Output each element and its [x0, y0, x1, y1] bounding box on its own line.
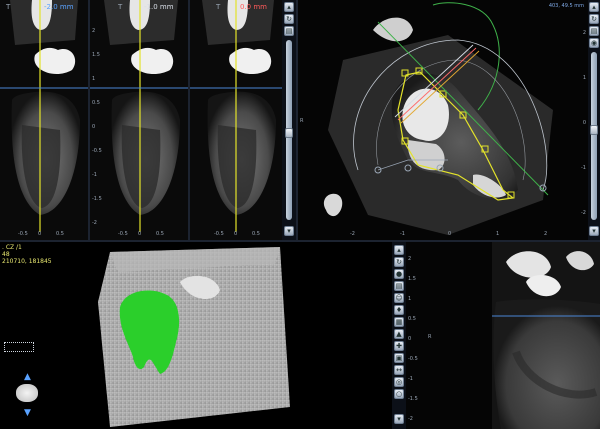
slice-tool-layout-icon[interactable]: ▤	[284, 26, 294, 36]
axial-side-tick-1: 2	[582, 30, 586, 36]
volume-tool-triangle-icon[interactable]: ▲	[394, 329, 404, 339]
volume-toolbar: ▴ ↻ ● ▤ ☺ ♦ ▦ ▲ ✚ ▣ ↔ ◎ ○ ▾	[392, 242, 406, 429]
volume-3d-view[interactable]: . CZ /1 48 210710, 181845 ▲ ▼	[0, 242, 392, 429]
pan-side-tick-1: 2	[408, 256, 412, 262]
side-tick-6: -0.5	[92, 148, 102, 154]
orientation-head-icon[interactable]	[16, 384, 38, 402]
volume-3d-image	[0, 242, 392, 429]
volume-info-line-3: 210710, 181845	[2, 258, 52, 265]
panoramic-view[interactable]: R 2 1.5 1 0.5 0 -0.5 -1 -1.5 -2	[406, 242, 600, 429]
slice-2-label: T	[118, 3, 123, 11]
side-tick-2: 1.5	[92, 52, 100, 58]
axial-bottom-tick-4: 1	[496, 231, 500, 237]
pan-side-tick-9: -2	[408, 416, 413, 422]
side-tick-8: -1.5	[92, 196, 102, 202]
axial-scrollbar[interactable]	[591, 52, 597, 220]
cross-section-slice-2[interactable]: 2 1.5 1 0.5 0 -0.5 -1 -1.5 -2 T -1.0 mm …	[90, 0, 188, 240]
slice-tool-down-icon[interactable]: ▾	[284, 226, 294, 236]
slice-3-label: T	[216, 3, 221, 11]
volume-tool-screen-icon[interactable]: ▣	[394, 353, 404, 363]
slice-2-offset: -1.0 mm	[144, 3, 174, 11]
axial-side-tick-2: 1	[582, 75, 586, 81]
axial-side-tick-3: 0	[582, 120, 586, 126]
volume-tool-rotate-icon[interactable]: ↻	[394, 257, 404, 267]
axial-bottom-tick-1: -2	[350, 231, 355, 237]
pan-side-tick-6: -0.5	[408, 356, 418, 362]
pan-side-tick-8: -1.5	[408, 396, 418, 402]
axial-bottom-tick-5: 2	[544, 231, 548, 237]
pan-side-tick-3: 1	[408, 296, 412, 302]
axial-image	[298, 0, 588, 240]
orientation-arrow-up-icon[interactable]: ▲	[24, 372, 31, 382]
axial-toolbar: ▴ ↻ ▤ ◉ ▾	[588, 0, 600, 240]
side-tick-7: -1	[92, 172, 97, 178]
slice-scrollbar-thumb[interactable]	[285, 128, 293, 138]
volume-info: . CZ /1 48 210710, 181845	[2, 244, 52, 265]
panoramic-image	[406, 242, 600, 429]
axial-tool-layout-icon[interactable]: ▤	[589, 26, 599, 36]
volume-tool-sphere-icon[interactable]: ●	[394, 269, 404, 279]
side-tick-5: 0	[92, 124, 96, 130]
slice-1-tick-right: 0.5	[56, 231, 64, 237]
slice-3-tick-right: 0.5	[252, 231, 260, 237]
volume-info-line-2: 48	[2, 251, 10, 258]
slice-2-tick-center: 0	[138, 231, 142, 237]
axial-tool-down-icon[interactable]: ▾	[589, 226, 599, 236]
slice-3-offset: 0.0 mm	[240, 3, 267, 11]
slice-toolbar: ▴ ↻ ▤ ▾	[282, 0, 296, 240]
orientation-arrow-down-icon[interactable]: ▼	[24, 408, 31, 418]
axial-tool-rotate-icon[interactable]: ↻	[589, 14, 599, 24]
volume-tool-measure-icon[interactable]: ↔	[394, 365, 404, 375]
slice-2-image	[90, 0, 188, 240]
pan-side-tick-2: 1.5	[408, 276, 416, 282]
slice-3-tick-left: -0.5	[214, 231, 224, 237]
volume-tool-up-icon[interactable]: ▴	[394, 245, 404, 255]
slice-1-tick-left: -0.5	[18, 231, 28, 237]
side-tick-9: -2	[92, 220, 97, 226]
axial-bottom-tick-2: -1	[400, 231, 405, 237]
pan-side-tick-7: -1	[408, 376, 413, 382]
pan-axis-label: R	[428, 334, 432, 340]
side-tick-4: 0.5	[92, 100, 100, 106]
axial-tool-view-icon[interactable]: ◉	[589, 38, 599, 48]
axial-side-tick-4: -1	[581, 165, 586, 171]
axial-readout: 403, 49.5 mm	[548, 3, 584, 9]
axial-axis-label: R	[300, 118, 304, 124]
axial-bottom-tick-3: 0	[448, 231, 452, 237]
volume-tool-layers-icon[interactable]: ▤	[394, 281, 404, 291]
slice-1-image	[0, 0, 88, 240]
volume-tool-down-icon[interactable]: ▾	[394, 414, 404, 424]
axial-view[interactable]: 403, 49.5 mm R 2 1 0 -1 -2 -2 -1 0 1 2	[298, 0, 588, 240]
volume-tool-grid-icon[interactable]: ▦	[394, 317, 404, 327]
slice-3-tick-center: 0	[234, 231, 238, 237]
side-tick-3: 1	[92, 76, 96, 82]
cross-section-slice-3[interactable]: T 0.0 mm -0.5 0 0.5	[190, 0, 282, 240]
volume-info-line-1: . CZ /1	[2, 244, 22, 251]
volume-tool-camera-icon[interactable]: ◎	[394, 377, 404, 387]
side-tick-1: 2	[92, 28, 96, 34]
pan-side-tick-5: 0	[408, 336, 412, 342]
slice-2-tick-right: 0.5	[156, 231, 164, 237]
axial-scrollbar-thumb[interactable]	[590, 125, 598, 135]
slice-3-image	[190, 0, 282, 240]
slice-1-offset: -2.0 mm	[44, 3, 74, 11]
dotted-selection-box	[4, 342, 34, 352]
cross-section-slice-1[interactable]: T -2.0 mm -0.5 0 0.5	[0, 0, 88, 240]
slice-1-tick-center: 0	[38, 231, 42, 237]
axial-tool-up-icon[interactable]: ▴	[589, 2, 599, 12]
slice-tool-up-icon[interactable]: ▴	[284, 2, 294, 12]
slice-tool-rotate-icon[interactable]: ↻	[284, 14, 294, 24]
volume-tool-cross-icon[interactable]: ✚	[394, 341, 404, 351]
volume-tool-circle-icon[interactable]: ○	[394, 389, 404, 399]
slice-2-tick-left: -0.5	[118, 231, 128, 237]
slice-1-label: T	[6, 3, 11, 11]
volume-tool-tooth-icon[interactable]: ♦	[394, 305, 404, 315]
axial-side-tick-5: -2	[581, 210, 586, 216]
volume-tool-face-icon[interactable]: ☺	[394, 293, 404, 303]
pan-side-tick-4: 0.5	[408, 316, 416, 322]
